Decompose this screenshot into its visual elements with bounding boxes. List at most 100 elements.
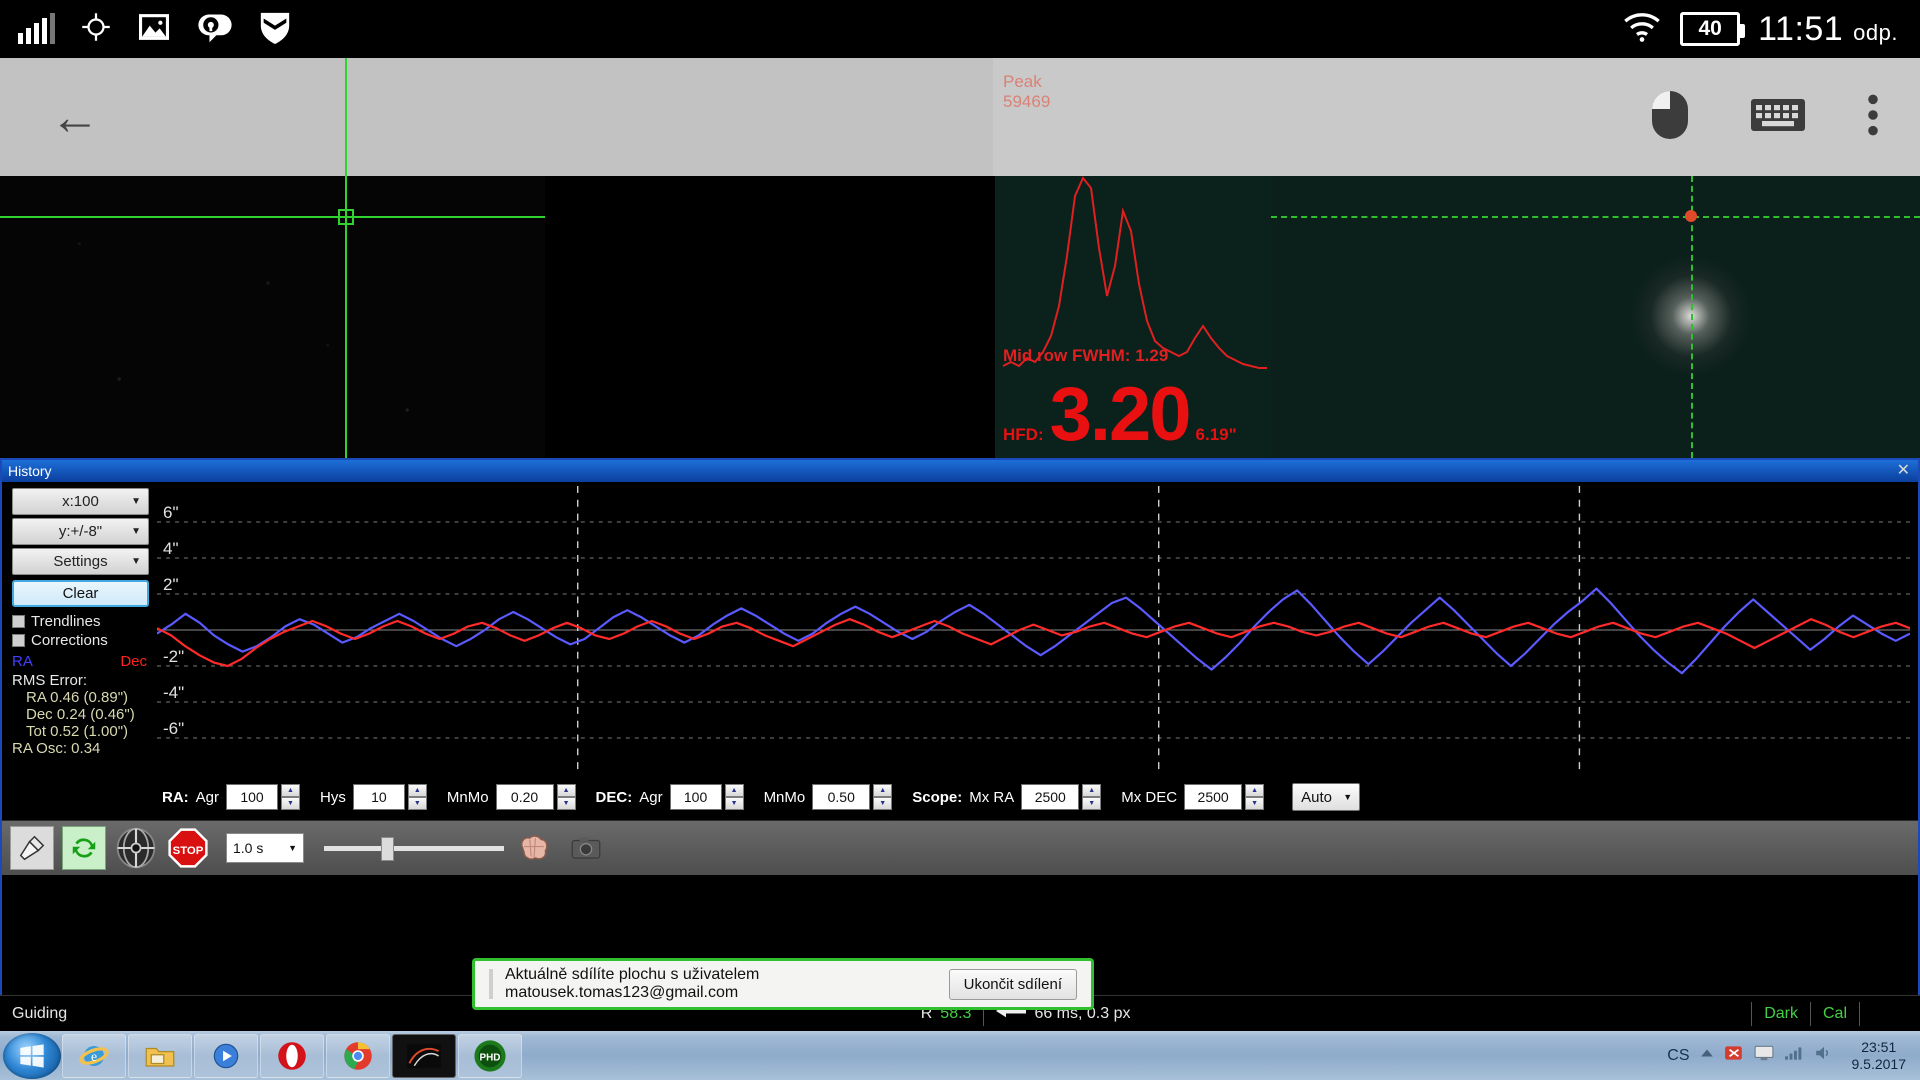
crosshair-guide-icon[interactable] (114, 826, 158, 870)
settings-dropdown[interactable]: Settings ▼ (12, 548, 149, 575)
speaker-icon[interactable] (1814, 1044, 1834, 1067)
mx-ra-stepper[interactable]: 2500 ▲ ▼ (1021, 784, 1102, 810)
usb-connect-icon[interactable] (10, 826, 54, 870)
windows-start-icon[interactable] (3, 1032, 61, 1079)
media-player-icon[interactable] (194, 1033, 258, 1078)
spin-up-icon[interactable]: ▲ (873, 784, 893, 797)
hys-spin-buttons[interactable]: ▲ ▼ (407, 784, 427, 810)
guide-camera-view[interactable] (0, 176, 993, 458)
phd-guiding-icon[interactable]: PHD (458, 1033, 522, 1078)
dec-agr-value[interactable]: 100 (669, 784, 722, 810)
ra-label: RA: (162, 788, 189, 806)
ra-mnmo-spin-buttons[interactable]: ▲ ▼ (556, 784, 576, 810)
mx-dec-value[interactable]: 2500 (1184, 784, 1243, 810)
taskbar-clock-time: 23:51 (1861, 1038, 1897, 1055)
mx-ra-spin-buttons[interactable]: ▲ ▼ (1082, 784, 1102, 810)
loop-exposure-icon[interactable] (62, 826, 106, 870)
svg-text:STOP: STOP (173, 845, 204, 857)
back-arrow-icon[interactable]: ← (50, 92, 100, 142)
spin-up-icon[interactable]: ▲ (556, 784, 576, 797)
internet-explorer-icon[interactable]: e (62, 1033, 126, 1078)
dec-mnmo-value[interactable]: 0.50 (812, 784, 871, 810)
spin-down-icon[interactable]: ▼ (407, 797, 427, 810)
chevron-up-icon[interactable] (1700, 1046, 1714, 1065)
trendlines-checkbox[interactable] (12, 615, 25, 628)
dec-mnmo-spin-buttons[interactable]: ▲ ▼ (873, 784, 893, 810)
ra-mnmo-value[interactable]: 0.20 (495, 784, 554, 810)
opera-icon[interactable] (260, 1033, 324, 1078)
guide-mode-label: Auto (1301, 788, 1332, 806)
spin-up-icon[interactable]: ▲ (281, 784, 301, 797)
svg-text:PHD: PHD (480, 1052, 501, 1063)
trendlines-checkbox-row[interactable]: Trendlines (12, 613, 149, 630)
tray-language-indicator[interactable]: CS (1667, 1047, 1689, 1065)
spin-up-icon[interactable]: ▲ (407, 784, 427, 797)
chevron-down-icon: ▼ (1343, 792, 1353, 802)
camera-icon[interactable] (564, 826, 608, 870)
hfd-label: HFD: (1003, 425, 1044, 445)
stop-icon[interactable]: STOP (166, 826, 210, 870)
taskbar-clock-date: 9.5.2017 (1851, 1055, 1907, 1072)
spin-down-icon[interactable]: ▼ (724, 797, 744, 810)
guiding-history-graph[interactable]: 6" 4" 2" -2" -4" -6" (157, 486, 1910, 774)
gamma-slider[interactable] (324, 833, 504, 863)
spin-up-icon[interactable]: ▲ (1245, 784, 1265, 797)
keyboard-icon[interactable] (1750, 95, 1806, 140)
dec-agr-stepper[interactable]: 100 ▲ ▼ (669, 784, 744, 810)
chrome-icon[interactable] (326, 1033, 390, 1078)
chevron-down-icon: ▼ (131, 526, 141, 537)
guide-mode-dropdown[interactable]: Auto ▼ (1292, 783, 1361, 811)
dec-mnmo-stepper[interactable]: 0.50 ▲ ▼ (812, 784, 893, 810)
star-center-marker (1685, 210, 1697, 222)
spin-up-icon[interactable]: ▲ (724, 784, 744, 797)
close-icon[interactable]: ✕ (1897, 462, 1910, 480)
spin-down-icon[interactable]: ▼ (1245, 797, 1265, 810)
mouse-icon[interactable] (1650, 89, 1690, 146)
dec-agr-group: DEC: Agr 100 ▲ ▼ (596, 784, 744, 810)
rms-dec-value: Dec 0.24 (0.46") (26, 706, 135, 723)
ra-agr-stepper[interactable]: 100 ▲ ▼ (226, 784, 301, 810)
y-scale-dropdown[interactable]: y:+/-8" ▼ (12, 518, 149, 545)
ra-agr-label: Agr (195, 788, 220, 806)
ra-agr-value[interactable]: 100 (226, 784, 279, 810)
mx-ra-label: Mx RA (969, 788, 1015, 806)
slider-track (324, 846, 504, 851)
brain-settings-icon[interactable] (512, 826, 556, 870)
spin-down-icon[interactable]: ▼ (873, 797, 893, 810)
screen-sharing-notification: Aktuálně sdílíte plochu s uživatelem mat… (472, 958, 1094, 1010)
hys-stepper[interactable]: 10 ▲ ▼ (352, 784, 427, 810)
slider-knob[interactable] (381, 837, 394, 861)
ra-agr-spin-buttons[interactable]: ▲ ▼ (281, 784, 301, 810)
chevron-down-icon: ▼ (131, 556, 141, 567)
peak-value: 59469 (1003, 91, 1051, 111)
stellarium-icon[interactable] (392, 1033, 456, 1078)
exposure-dropdown[interactable]: 1.0 s ▼ (226, 833, 304, 863)
app-bar-right (993, 58, 1920, 176)
x-scale-dropdown[interactable]: x:100 ▼ (12, 488, 149, 515)
legend-dec-label: Dec (120, 653, 147, 670)
mx-ra-value[interactable]: 2500 (1021, 784, 1080, 810)
svg-text:e: e (91, 1049, 97, 1064)
star-thumbnail-view (1271, 176, 1920, 458)
network-icon[interactable] (1784, 1044, 1804, 1067)
corrections-checkbox-row[interactable]: Corrections (12, 632, 149, 649)
mx-dec-stepper[interactable]: 2500 ▲ ▼ (1184, 784, 1265, 810)
ra-mnmo-stepper[interactable]: 0.20 ▲ ▼ (495, 784, 576, 810)
hys-value[interactable]: 10 (352, 784, 405, 810)
photo-icon (137, 10, 171, 49)
spin-up-icon[interactable]: ▲ (1082, 784, 1102, 797)
taskbar-clock[interactable]: 23:51 9.5.2017 (1844, 1039, 1915, 1073)
clear-button[interactable]: Clear (12, 580, 149, 607)
spin-down-icon[interactable]: ▼ (556, 797, 576, 810)
flag-icon[interactable] (1724, 1044, 1744, 1067)
explorer-folder-icon[interactable] (128, 1033, 192, 1078)
dec-agr-spin-buttons[interactable]: ▲ ▼ (724, 784, 744, 810)
spin-down-icon[interactable]: ▼ (1082, 797, 1102, 810)
monitor-icon[interactable] (1754, 1044, 1774, 1067)
mx-dec-spin-buttons[interactable]: ▲ ▼ (1245, 784, 1265, 810)
corrections-checkbox[interactable] (12, 634, 25, 647)
stop-sharing-button[interactable]: Ukončit sdílení (948, 968, 1077, 1000)
spin-down-icon[interactable]: ▼ (281, 797, 301, 810)
wifi-icon (1622, 12, 1662, 47)
more-vertical-icon[interactable] (1866, 93, 1880, 142)
